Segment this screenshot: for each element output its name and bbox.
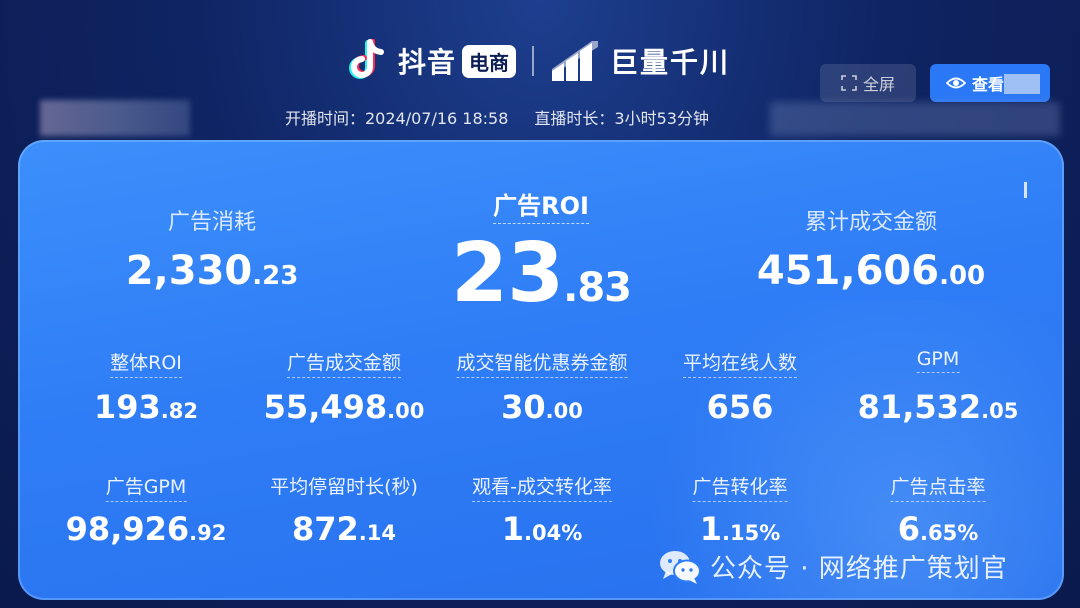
- watermark-text: 公众号 · 网络推广策划官: [710, 554, 1008, 584]
- ad-spend-value: 2,330.23: [125, 248, 299, 294]
- brand-dianshang-badge: 电商: [462, 44, 517, 78]
- start-time: 开播时间：2024/07/16 18:58: [285, 109, 509, 128]
- redacted-area-right: [770, 102, 1060, 136]
- brand-divider: [532, 46, 535, 76]
- coupon-amount-value: 30.00: [501, 388, 583, 426]
- brand-douyin-text: 抖音: [398, 46, 457, 79]
- ad-conversion-value: 1.15%: [699, 510, 781, 548]
- ad-ctr-value: 6.65%: [897, 510, 979, 548]
- redaction-block: [1004, 74, 1040, 94]
- expand-icon: [841, 75, 857, 91]
- avg-online-label[interactable]: 平均在线人数: [682, 348, 798, 378]
- ad-roi-label[interactable]: 广告ROI: [493, 186, 589, 224]
- coupon-amount-label[interactable]: 成交智能优惠券金额: [456, 348, 628, 378]
- ad-spend-label: 广告消耗: [167, 210, 257, 235]
- juliang-logo-icon: [552, 41, 599, 81]
- avg-stay-value: 872.14: [292, 510, 396, 548]
- live-meta: 开播时间：2024/07/16 18:58 直播时长：3小时53分钟: [285, 105, 709, 129]
- tiktok-icon: [349, 39, 384, 79]
- header: 抖音 电商 巨量千川 全屏 查看: [0, 30, 1080, 102]
- overall-roi-label[interactable]: 整体ROI: [110, 348, 182, 378]
- overall-roi-value: 193.82: [94, 388, 198, 426]
- metrics-panel: 广告消耗 2,330.23 广告ROI 23.83 累计成交金额 451,606…: [18, 140, 1064, 600]
- wechat-icon: [660, 550, 701, 584]
- redacted-area-left: [40, 100, 190, 136]
- live-duration: 直播时长：3小时53分钟: [534, 109, 709, 128]
- avg-stay-label: 平均停留时长(秒): [270, 476, 418, 498]
- watermark: 公众号 · 网络推广策划官: [658, 548, 1008, 585]
- ad-gmv-value: 55,498.00: [263, 388, 425, 426]
- decorative-bar: [1024, 182, 1027, 198]
- ad-roi-value: 23.83: [451, 226, 632, 321]
- brand-juliang-text: 巨量千川: [610, 46, 731, 79]
- ad-ctr-label[interactable]: 广告点击率: [890, 472, 986, 502]
- ad-gpm-value: 98,926.92: [65, 510, 227, 548]
- ad-conversion-label[interactable]: 广告转化率: [692, 472, 788, 502]
- eye-icon: [946, 77, 966, 89]
- gpm-value: 81,532.05: [857, 388, 1019, 426]
- total-gmv-value: 451,606.00: [756, 248, 986, 294]
- view-conversion-value: 1.04%: [501, 510, 583, 548]
- gpm-label[interactable]: GPM: [916, 348, 960, 373]
- fullscreen-button[interactable]: 全屏: [820, 64, 916, 102]
- brand-logo: 抖音 电商 巨量千川: [348, 36, 730, 86]
- view-label: 查看: [972, 75, 1005, 94]
- ad-gmv-label[interactable]: 广告成交金额: [286, 348, 402, 378]
- fullscreen-label: 全屏: [862, 75, 895, 94]
- avg-online-value: 656: [706, 388, 774, 426]
- ad-gpm-label[interactable]: 广告GPM: [105, 472, 187, 502]
- total-gmv-label: 累计成交金额: [804, 210, 938, 235]
- view-conversion-label[interactable]: 观看-成交转化率: [472, 472, 612, 502]
